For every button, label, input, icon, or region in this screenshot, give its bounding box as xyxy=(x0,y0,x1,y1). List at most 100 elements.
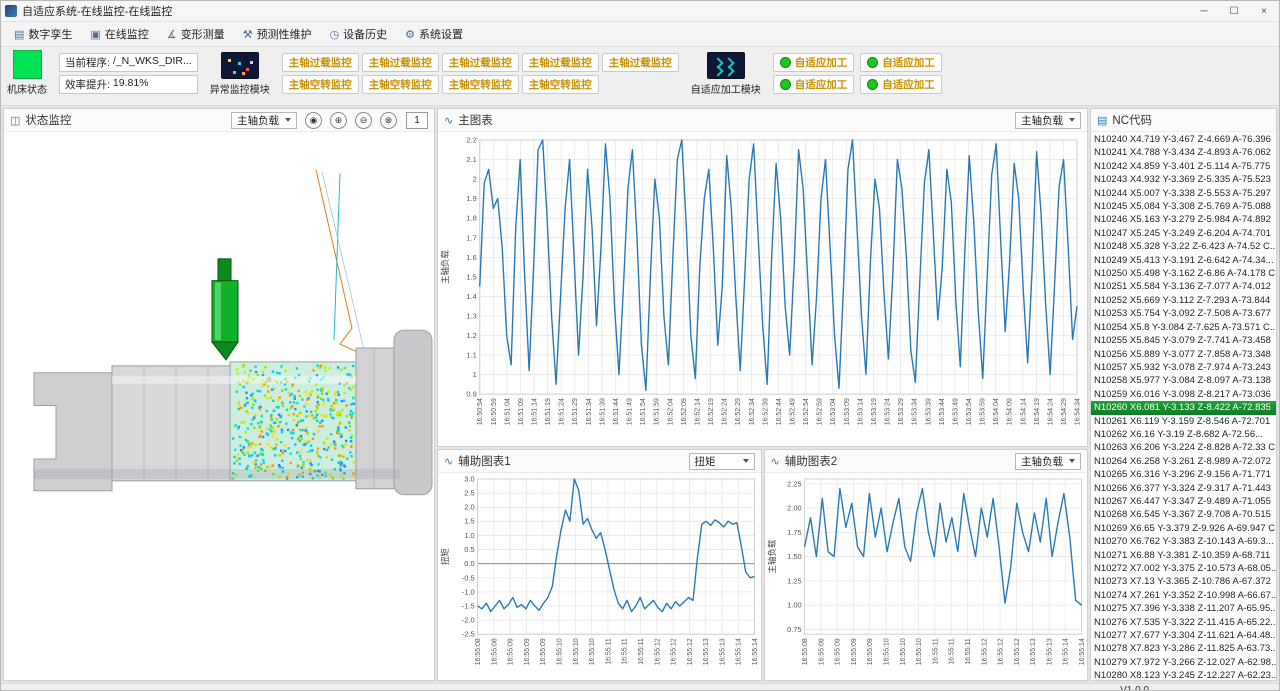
svg-text:16:55:13: 16:55:13 xyxy=(703,638,710,665)
nc-code-line[interactable]: N10271 X6.88 Y-3.381 Z-10.359 A-68.711 xyxy=(1091,549,1276,562)
nc-code-line[interactable]: N10272 X7.002 Y-3.375 Z-10.573 A-68.05..… xyxy=(1091,562,1276,575)
svg-text:16:55:13: 16:55:13 xyxy=(1030,638,1037,665)
nc-code-line[interactable]: N10242 X4.859 Y-3.401 Z-5.114 A-75.775 xyxy=(1091,160,1276,173)
nc-code-line[interactable]: N10264 X6.258 Y-3.261 Z-8.989 A-72.072 xyxy=(1091,455,1276,468)
view-reset-icon[interactable]: ◉ xyxy=(305,112,322,129)
sample-count-input[interactable]: 1 xyxy=(406,112,428,129)
nc-code-line[interactable]: N10266 X6.377 Y-3.324 Z-9.317 A-71.443 xyxy=(1091,482,1276,495)
status-signal-dropdown[interactable]: 主轴负载 xyxy=(231,112,297,129)
spindle-overload-monitor-button[interactable]: 主轴过载监控 xyxy=(442,53,519,72)
nc-code-line[interactable]: N10259 X6.016 Y-3.098 Z-8.217 A-73.036 xyxy=(1091,388,1276,401)
menu-item-变形测量[interactable]: ∡变形测量 xyxy=(158,24,234,44)
menu-item-label: 系统设置 xyxy=(419,26,463,42)
svg-text:16:51:54: 16:51:54 xyxy=(640,398,647,425)
adaptive-machining-button[interactable]: 自适应加工 xyxy=(773,53,855,72)
svg-text:1.4: 1.4 xyxy=(466,292,476,301)
nc-code-line[interactable]: N10257 X5.932 Y-3.078 Z-7.974 A-73.243 xyxy=(1091,361,1276,374)
nc-code-line[interactable]: N10274 X7.261 Y-3.352 Z-10.998 A-66.67..… xyxy=(1091,589,1276,602)
adaptive-machining-button[interactable]: 自适应加工 xyxy=(860,75,942,94)
svg-text:0.9: 0.9 xyxy=(466,390,476,399)
nc-code-line[interactable]: N10258 X5.977 Y-3.084 Z-8.097 A-73.138 xyxy=(1091,374,1276,387)
clear-view-icon[interactable]: ⊗ xyxy=(380,112,397,129)
spindle-idle-monitor-button[interactable]: 主轴空转监控 xyxy=(282,75,359,94)
svg-text:1.7: 1.7 xyxy=(466,233,476,242)
nc-code-line[interactable]: N10250 X5.498 Y-3.162 Z-6.86 A-74.178 C.… xyxy=(1091,267,1276,280)
nc-code-line[interactable]: N10268 X6.545 Y-3.367 Z-9.708 A-70.515 xyxy=(1091,508,1276,521)
menu-item-设备历史[interactable]: ◷设备历史 xyxy=(321,24,397,44)
nc-code-line[interactable]: N10270 X6.762 Y-3.383 Z-10.143 A-69.3... xyxy=(1091,535,1276,548)
nc-code-line[interactable]: N10261 X6.119 Y-3.159 Z-8.546 A-72.701 xyxy=(1091,415,1276,428)
nc-code-line[interactable]: N10253 X5.754 Y-3.092 Z-7.508 A-73.677 xyxy=(1091,307,1276,320)
svg-text:16:54:29: 16:54:29 xyxy=(1061,398,1068,425)
nc-code-line[interactable]: N10269 X6.65 Y-3.379 Z-9.926 A-69.947 C.… xyxy=(1091,522,1276,535)
svg-text:16:52:04: 16:52:04 xyxy=(667,398,674,425)
nc-code-line[interactable]: N10267 X6.447 Y-3.347 Z-9.489 A-71.055 xyxy=(1091,495,1276,508)
svg-text:-1.0: -1.0 xyxy=(462,587,475,596)
nc-code-line[interactable]: N10256 X5.889 Y-3.077 Z-7.858 A-73.348 xyxy=(1091,348,1276,361)
workpiece-3d-view[interactable] xyxy=(4,132,434,680)
nc-code-line[interactable]: N10248 X5.328 Y-3.22 Z-6.423 A-74.52 C..… xyxy=(1091,240,1276,253)
zoom-in-icon[interactable]: ⊕ xyxy=(330,112,347,129)
menu-item-预测性维护[interactable]: ⚒预测性维护 xyxy=(234,24,321,44)
nc-code-line[interactable]: N10263 X6.206 Y-3.224 Z-8.828 A-72.33 C.… xyxy=(1091,441,1276,454)
nc-code-line[interactable]: N10241 X4.788 Y-3.434 Z-4.893 A-76.062 xyxy=(1091,146,1276,159)
spindle-overload-monitor-button[interactable]: 主轴过载监控 xyxy=(522,53,599,72)
nc-code-line[interactable]: N10252 X5.669 Y-3.112 Z-7.293 A-73.844 xyxy=(1091,294,1276,307)
svg-text:16:54:34: 16:54:34 xyxy=(1075,398,1082,425)
svg-text:16:53:34: 16:53:34 xyxy=(912,398,919,425)
spindle-idle-monitor-button[interactable]: 主轴空转监控 xyxy=(442,75,519,94)
nc-code-line[interactable]: N10243 X4.932 Y-3.369 Z-5.335 A-75.523 xyxy=(1091,173,1276,186)
main-chart-signal-dropdown[interactable]: 主轴负载 xyxy=(1015,112,1081,129)
menu-item-label: 变形测量 xyxy=(181,26,225,42)
nc-code-line-selected[interactable]: N10260 X6.081 Y-3.133 Z-8.422 A-72.835 xyxy=(1091,401,1276,414)
svg-text:16:52:09: 16:52:09 xyxy=(681,398,688,425)
nc-code-line[interactable]: N10265 X6.316 Y-3.296 Z-9.156 A-71.771 xyxy=(1091,468,1276,481)
nc-code-line[interactable]: N10279 X7.972 Y-3.266 Z-12.027 A-62.98..… xyxy=(1091,656,1276,669)
zoom-out-icon[interactable]: ⊖ xyxy=(355,112,372,129)
svg-text:16:55:13: 16:55:13 xyxy=(1046,638,1053,665)
nc-code-line[interactable]: N10277 X7.677 Y-3.304 Z-11.621 A-64.48..… xyxy=(1091,629,1276,642)
svg-text:2.25: 2.25 xyxy=(787,479,801,488)
nc-code-line[interactable]: N10275 X7.396 Y-3.338 Z-11.207 A-65.95..… xyxy=(1091,602,1276,615)
maximize-icon[interactable]: ☐ xyxy=(1219,1,1249,21)
aux-chart1-signal-dropdown[interactable]: 扭矩 xyxy=(689,453,755,470)
svg-text:1.3: 1.3 xyxy=(466,311,476,320)
adaptive-machining-button[interactable]: 自适应加工 xyxy=(773,75,855,94)
nc-code-line[interactable]: N10246 X5.163 Y-3.279 Z-5.984 A-74.892 xyxy=(1091,213,1276,226)
aux-chart1-title: 辅助图表1 xyxy=(458,453,510,469)
nc-code-line[interactable]: N10255 X5.845 Y-3.079 Z-7.741 A-73.458 xyxy=(1091,334,1276,347)
spindle-overload-monitor-button[interactable]: 主轴过载监控 xyxy=(602,53,679,72)
nc-code-line[interactable]: N10245 X5.084 Y-3.308 Z-5.769 A-75.088 xyxy=(1091,200,1276,213)
nc-code-line[interactable]: N10247 X5.245 Y-3.249 Z-6.204 A-74.701 xyxy=(1091,227,1276,240)
nc-code-line[interactable]: N10280 X8.123 Y-3.245 Z-12.227 A-62.23..… xyxy=(1091,669,1276,680)
spindle-idle-monitor-button[interactable]: 主轴空转监控 xyxy=(522,75,599,94)
svg-text:16:52:34: 16:52:34 xyxy=(749,398,756,425)
close-icon[interactable]: × xyxy=(1249,1,1279,21)
green-status-dot-icon xyxy=(867,57,878,68)
nc-code-line[interactable]: N10262 X6.16 Y-3.19 Z-8.682 A-72.56... xyxy=(1091,428,1276,441)
nc-code-line[interactable]: N10273 X7.13 Y-3.365 Z-10.786 A-67.372 xyxy=(1091,575,1276,588)
nc-code-panel: ▤ NC代码 N10240 X4.719 Y-3.467 Z-4.669 A-7… xyxy=(1090,108,1277,681)
svg-text:16:51:49: 16:51:49 xyxy=(627,398,634,425)
nc-code-line[interactable]: N10251 X5.584 Y-3.136 Z-7.077 A-74.012 xyxy=(1091,280,1276,293)
menu-item-系统设置[interactable]: ⚙系统设置 xyxy=(396,24,472,44)
svg-text:16:55:10: 16:55:10 xyxy=(557,638,564,665)
nc-code-line[interactable]: N10244 X5.007 Y-3.338 Z-5.553 A-75.297 xyxy=(1091,187,1276,200)
nc-code-line[interactable]: N10276 X7.535 Y-3.322 Z-11.415 A-65.22..… xyxy=(1091,616,1276,629)
nc-code-line[interactable]: N10278 X7.823 Y-3.286 Z-11.825 A-63.73..… xyxy=(1091,642,1276,655)
svg-text:16:55:09: 16:55:09 xyxy=(867,638,874,665)
main-chart-svg: 2.22.121.91.81.71.61.51.41.31.21.110.916… xyxy=(438,132,1087,446)
window-title: 自适应系统-在线监控-在线监控 xyxy=(22,3,172,19)
chart-icon: ∿ xyxy=(771,455,780,468)
menu-item-数字孪生[interactable]: ▤数字孪生 xyxy=(5,24,81,44)
spindle-overload-monitor-button[interactable]: 主轴过载监控 xyxy=(282,53,359,72)
adaptive-machining-button[interactable]: 自适应加工 xyxy=(860,53,942,72)
menu-item-在线监控[interactable]: ▣在线监控 xyxy=(81,24,157,44)
nc-code-line[interactable]: N10240 X4.719 Y-3.467 Z-4.669 A-76.396 xyxy=(1091,133,1276,146)
nc-code-line[interactable]: N10249 X5.413 Y-3.191 Z-6.642 A-74.34... xyxy=(1091,254,1276,267)
aux-chart2-signal-dropdown[interactable]: 主轴负载 xyxy=(1015,453,1081,470)
spindle-overload-monitor-button[interactable]: 主轴过载监控 xyxy=(362,53,439,72)
spindle-idle-monitor-button[interactable]: 主轴空转监控 xyxy=(362,75,439,94)
minimize-icon[interactable]: ─ xyxy=(1189,1,1219,21)
nc-code-line[interactable]: N10254 X5.8 Y-3.084 Z-7.625 A-73.571 C..… xyxy=(1091,321,1276,334)
